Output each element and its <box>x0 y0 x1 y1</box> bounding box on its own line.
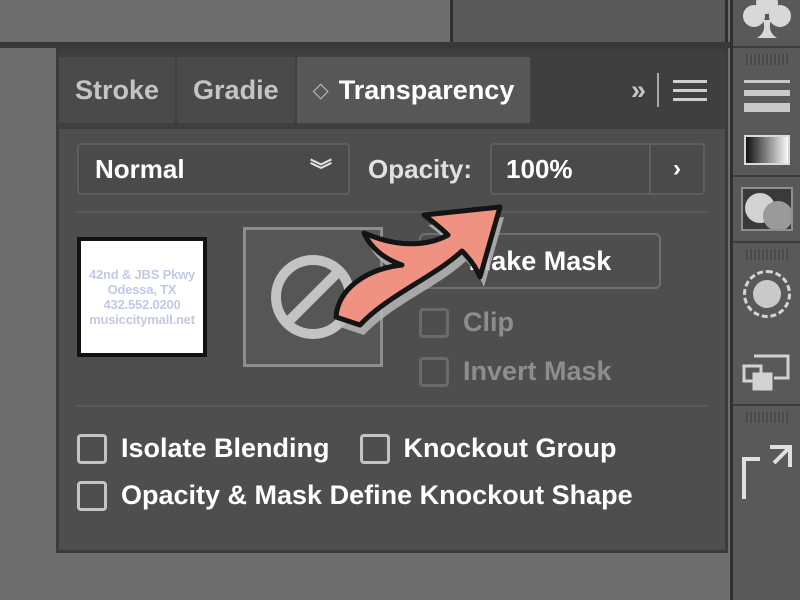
clip-checkbox-row[interactable]: Clip <box>419 307 661 338</box>
tab-transparency-label: Transparency <box>338 74 515 105</box>
clip-checkbox[interactable] <box>419 307 449 338</box>
knockout-group-label: Knockout Group <box>403 433 617 463</box>
opacity-field[interactable]: 100% › <box>490 143 706 195</box>
artboards-icon <box>740 441 794 501</box>
tab-stroke-label: Stroke <box>75 74 160 105</box>
blend-mode-select[interactable]: Normal ︾ <box>77 143 350 195</box>
opacity-stepper-icon[interactable]: › <box>649 145 703 193</box>
tab-transparency[interactable]: ◇ Transparency <box>296 57 533 123</box>
tab-stroke[interactable]: Stroke <box>59 57 178 123</box>
panel-tabbar: Stroke Gradie ◇ Transparency ›› <box>59 51 725 129</box>
divider <box>77 211 707 213</box>
opacity-mask-knockout-checkbox[interactable] <box>77 480 107 511</box>
artwork-line-2: Odessa, TX <box>107 282 177 297</box>
toolbar-grip[interactable] <box>745 54 788 65</box>
mask-thumbnail[interactable] <box>243 227 383 367</box>
toolbar-grip[interactable] <box>745 412 788 423</box>
options-row-1: Isolate Blending Knockout Group <box>77 433 707 464</box>
screen: Stroke Gradie ◇ Transparency ›› Normal ︾… <box>0 0 800 600</box>
artwork-line-3: 432.552.0200 <box>103 297 181 312</box>
symbol-club-icon <box>740 0 794 40</box>
tab-gradient[interactable]: Gradie <box>177 57 297 123</box>
diamond-icon: ◇ <box>312 78 329 102</box>
transparency-icon <box>740 187 794 231</box>
artwork-line-4: musiccitymall.net <box>89 312 195 327</box>
invert-mask-checkbox[interactable] <box>419 356 449 387</box>
layers-icon <box>740 348 794 394</box>
blending-options: Isolate Blending Knockout Group Opacity … <box>59 407 725 511</box>
opacity-input[interactable]: 100% <box>492 145 649 193</box>
chevron-down-icon: ︾ <box>309 158 332 183</box>
opacity-label: Opacity: <box>368 153 473 184</box>
thumbnails-row: 42nd & JBS Pkwy Odessa, TX 432.552.0200 … <box>77 227 707 387</box>
clip-label: Clip <box>463 307 514 337</box>
double-chevron-right-icon[interactable]: ›› <box>631 75 646 106</box>
isolate-blending-label: Isolate Blending <box>121 433 330 463</box>
artwork-line-1: 42nd & JBS Pkwy <box>88 267 196 282</box>
background-document-panel <box>450 0 728 42</box>
transparency-panel: Stroke Gradie ◇ Transparency ›› Normal ︾… <box>56 48 728 553</box>
make-mask-label: Make Mask <box>468 245 612 276</box>
isolate-blending-checkbox[interactable] <box>77 433 107 464</box>
toolbar-grip[interactable] <box>745 249 788 260</box>
toolbar-item-stroke[interactable] <box>733 48 800 177</box>
tabbar-divider <box>657 73 659 107</box>
toolbar-item-artboards[interactable] <box>733 406 800 511</box>
stroke-weight-icon <box>740 73 794 119</box>
options-row-2: Opacity & Mask Define Knockout Shape <box>77 480 707 511</box>
toolbar-item-appearance[interactable] <box>733 243 800 406</box>
artwork-thumbnail[interactable]: 42nd & JBS Pkwy Odessa, TX 432.552.0200 … <box>77 237 207 357</box>
invert-mask-label: Invert Mask <box>463 356 612 386</box>
knockout-group-checkbox[interactable] <box>359 433 390 464</box>
panel-menu-icon[interactable] <box>673 74 707 107</box>
invert-mask-checkbox-row[interactable]: Invert Mask <box>419 356 661 387</box>
tab-gradient-label: Gradie <box>193 74 279 105</box>
appearance-icon <box>740 270 794 318</box>
blend-opacity-row: Normal ︾ Opacity: 100% › <box>77 143 707 195</box>
mask-controls: Make Mask Clip Invert Mask <box>419 227 661 387</box>
opacity-mask-knockout-label: Opacity & Mask Define Knockout Shape <box>121 480 633 510</box>
tabbar-controls: ›› <box>619 51 725 129</box>
toolbar-item-symbols[interactable] <box>733 0 800 48</box>
blend-mode-value: Normal <box>95 153 185 184</box>
gradient-swatch-icon[interactable] <box>740 135 794 165</box>
panel-body: Normal ︾ Opacity: 100% › 42nd & JBS Pkwy… <box>59 129 725 387</box>
toolbar-item-transparency[interactable] <box>733 177 800 243</box>
make-mask-button[interactable]: Make Mask <box>419 233 661 289</box>
right-toolbar[interactable] <box>730 0 800 600</box>
no-mask-prohibited-icon <box>271 255 355 339</box>
